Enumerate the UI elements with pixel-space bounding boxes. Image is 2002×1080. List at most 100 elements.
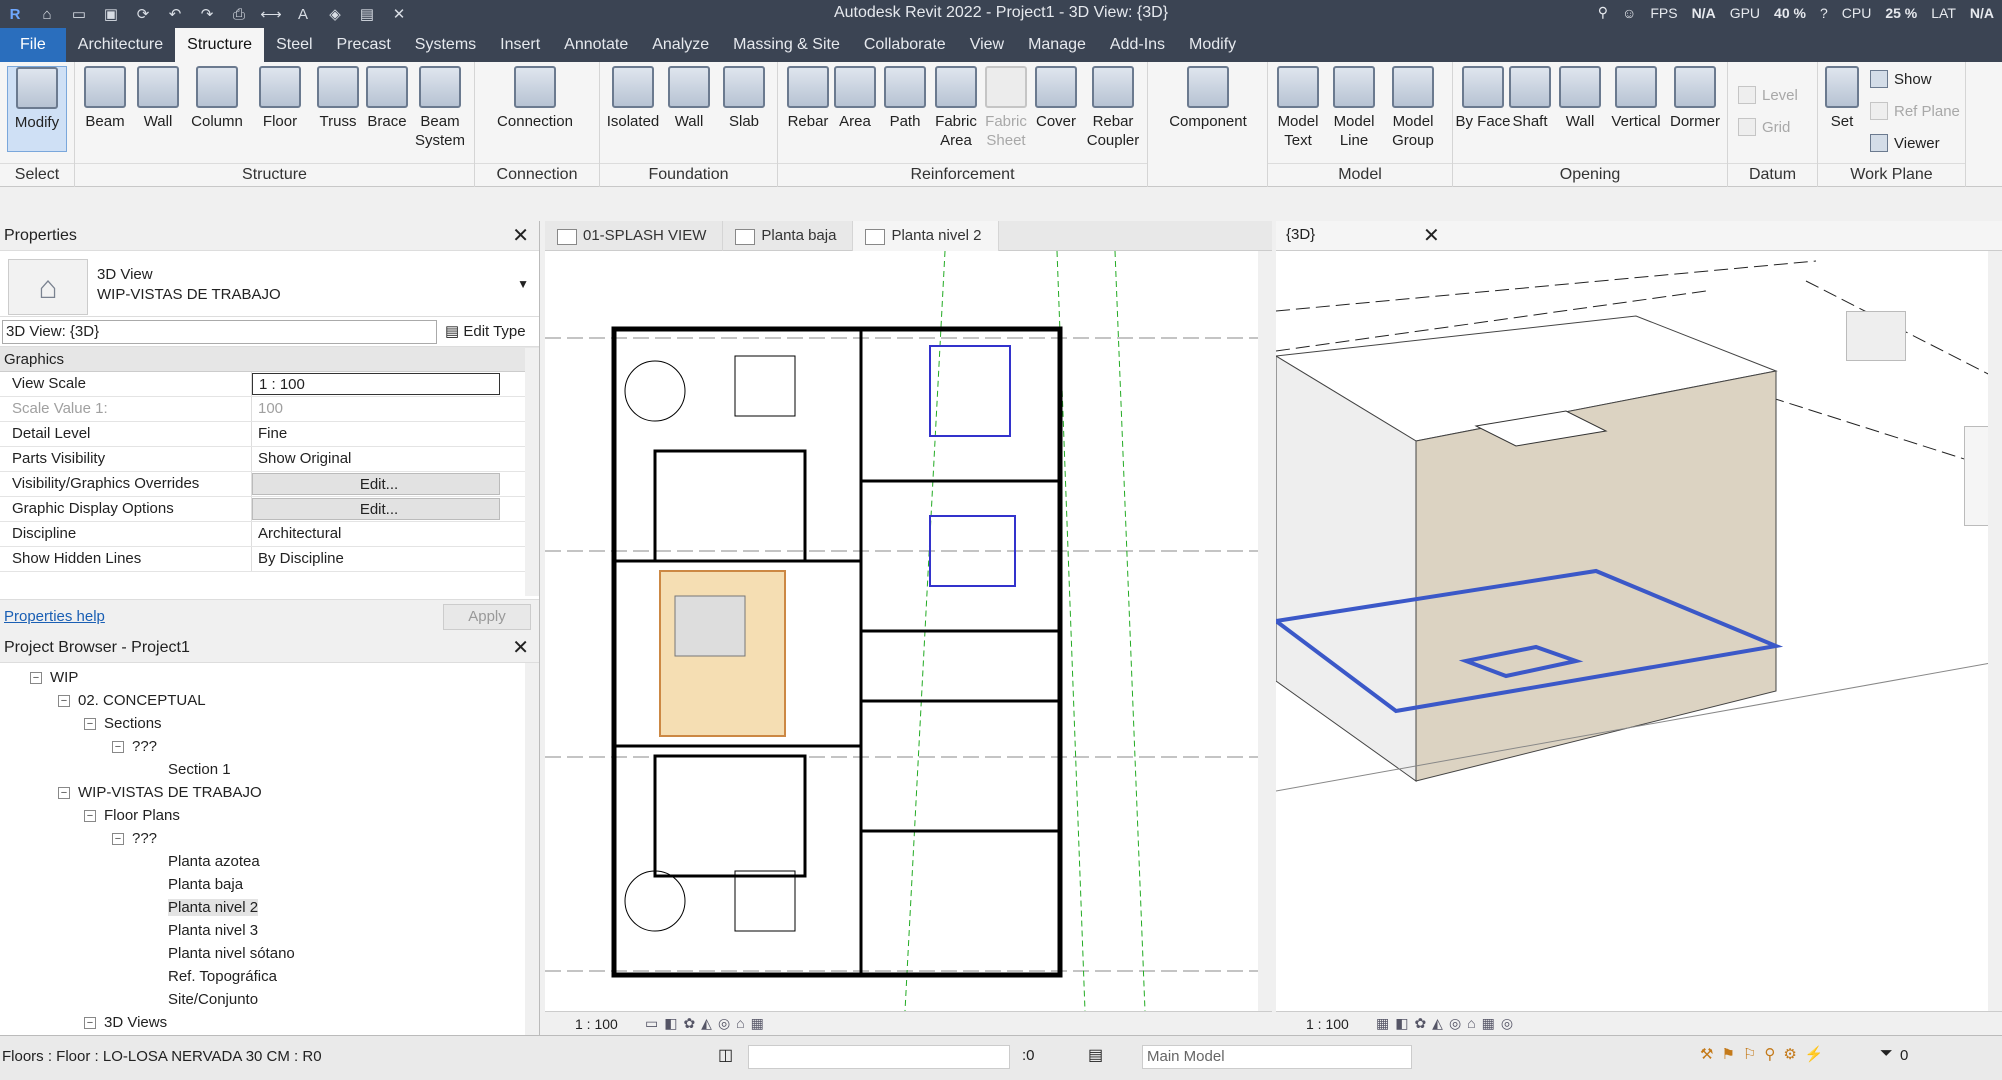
3d-view-canvas[interactable] (1276, 251, 2002, 1011)
brace-button[interactable]: Brace (357, 66, 417, 131)
model-group-button[interactable]: Model Group (1383, 66, 1443, 150)
prop-value[interactable]: By Discipline (252, 547, 500, 571)
view-tab-planta-baja[interactable]: Planta baja (723, 221, 854, 251)
close-icon[interactable]: ✕ (512, 221, 529, 251)
tab-manage[interactable]: Manage (1016, 28, 1098, 62)
help-icon[interactable]: ? (1820, 5, 1828, 21)
browser-node[interactable]: Section 1 (168, 761, 231, 778)
type-selector[interactable]: ⌂ 3D View WIP-VISTAS DE TRABAJO ▼ (0, 251, 539, 317)
browser-node[interactable]: Planta baja (168, 876, 243, 893)
collapse-toggle-icon[interactable]: − (58, 695, 70, 708)
browser-node[interactable]: − Sections (84, 715, 162, 732)
tab-insert[interactable]: Insert (488, 28, 552, 62)
filter-icon[interactable]: ⏷ (1880, 1045, 1893, 1063)
level-button[interactable]: Level (1738, 86, 1798, 104)
panel-title-select[interactable]: Select (0, 163, 74, 187)
browser-node[interactable]: −??? (112, 830, 157, 847)
browser-node[interactable]: − WIP (30, 669, 78, 686)
tab-view[interactable]: View (958, 28, 1016, 62)
plan-scrollbar[interactable] (1258, 251, 1272, 1011)
cover-button[interactable]: Cover (1026, 66, 1086, 131)
set-button[interactable]: Set (1818, 66, 1866, 131)
panel-title-reinforcement[interactable]: Reinforcement (778, 163, 1147, 187)
collapse-toggle-icon[interactable]: − (112, 833, 124, 846)
view-controls-icons[interactable]: ▦◧✿◭◎⌂▦◎ (1376, 1015, 1519, 1032)
beam-button[interactable]: Beam (75, 66, 135, 131)
prop-value[interactable]: Fine (252, 422, 500, 446)
column-button[interactable]: Column (187, 66, 247, 131)
floor-button[interactable]: Floor (250, 66, 310, 131)
tab-collaborate[interactable]: Collaborate (852, 28, 958, 62)
view-tab-splash[interactable]: 01-SPLASH VIEW (545, 221, 724, 251)
model-line-button[interactable]: Model Line (1324, 66, 1384, 150)
binoculars-icon[interactable]: ⚲ (1598, 4, 1608, 21)
view-controls-icons[interactable]: ▭◧✿◭◎⌂▦ (645, 1015, 770, 1032)
vertical-button[interactable]: Vertical (1606, 66, 1666, 131)
tab-steel[interactable]: Steel (264, 28, 324, 62)
workset-icon[interactable]: ◫ (718, 1045, 733, 1065)
tab-architecture[interactable]: Architecture (66, 28, 175, 62)
selection-toggle-icons[interactable]: ⚒⚑⚐⚲⚙⚡ (1700, 1045, 1831, 1063)
chevron-down-icon[interactable]: ▼ (517, 277, 529, 291)
tab-massing-site[interactable]: Massing & Site (721, 28, 852, 62)
connection-button[interactable]: Connection (485, 66, 585, 131)
panel-title-connection[interactable]: Connection (475, 163, 599, 187)
graphics-group-header[interactable]: Graphics (0, 347, 539, 372)
collapse-toggle-icon[interactable]: − (112, 741, 124, 754)
instance-dropdown[interactable]: 3D View: {3D} (2, 320, 437, 344)
apply-button[interactable]: Apply (443, 604, 531, 630)
browser-node[interactable]: −3D Views (84, 1014, 167, 1031)
browser-node[interactable]: Planta nivel sótano (168, 945, 295, 962)
tab-file[interactable]: File (0, 28, 66, 62)
prop-value[interactable]: Show Original (252, 447, 500, 471)
browser-node[interactable]: Planta azotea (168, 853, 260, 870)
properties-scrollbar[interactable] (525, 348, 539, 596)
design-options-icon[interactable]: ▤ (1088, 1045, 1103, 1065)
browser-node[interactable]: −??? (112, 738, 157, 755)
ref-plane-button[interactable]: Ref Plane (1870, 102, 1960, 120)
show-button[interactable]: Show (1870, 70, 1932, 88)
panel-title-structure[interactable]: Structure (75, 163, 474, 187)
tab-modify[interactable]: Modify (1177, 28, 1248, 62)
browser-node[interactable]: Planta nivel 3 (168, 922, 258, 939)
viewer-button[interactable]: Viewer (1870, 134, 1940, 152)
slab-button[interactable]: Slab (714, 66, 774, 131)
component-button[interactable]: Component (1158, 66, 1258, 131)
modify-button[interactable]: Modify (7, 66, 67, 152)
collapse-toggle-icon[interactable]: − (84, 718, 96, 731)
tab-systems[interactable]: Systems (403, 28, 488, 62)
browser-node[interactable]: − Floor Plans (84, 807, 180, 824)
view-tab-planta-nivel-2[interactable]: Planta nivel 2 (853, 221, 999, 251)
collapse-toggle-icon[interactable]: − (30, 672, 42, 685)
collapse-toggle-icon[interactable]: − (84, 810, 96, 823)
view-scale-input[interactable]: 1 : 100 (252, 373, 500, 395)
wall-opening-button[interactable]: Wall (1550, 66, 1610, 131)
wall-button[interactable]: Wall (128, 66, 188, 131)
tab-structure[interactable]: Structure (175, 28, 265, 62)
wall-foundation-button[interactable]: Wall (659, 66, 719, 131)
grid-button[interactable]: Grid (1738, 118, 1790, 136)
user-icon[interactable]: ☺ (1622, 5, 1636, 21)
view-scale-2d[interactable]: 1 : 100 (575, 1016, 618, 1032)
tab-annotate[interactable]: Annotate (552, 28, 640, 62)
dormer-button[interactable]: Dormer (1665, 66, 1725, 131)
vg-edit-button[interactable]: Edit... (252, 473, 500, 495)
floor-plan-canvas[interactable] (545, 251, 1272, 1011)
collapse-toggle-icon[interactable]: − (84, 1017, 96, 1030)
workset-dropdown[interactable] (748, 1045, 1010, 1069)
view-cube[interactable] (1846, 311, 1906, 361)
rebar-coupler-button[interactable]: Rebar Coupler (1083, 66, 1143, 150)
model-text-button[interactable]: Model Text (1268, 66, 1328, 150)
design-option-dropdown[interactable]: Main Model (1142, 1045, 1412, 1069)
edit-type-button[interactable]: ▤ Edit Type (445, 322, 526, 340)
tab-add-ins[interactable]: Add-Ins (1098, 28, 1177, 62)
properties-help-link[interactable]: Properties help (4, 608, 105, 625)
browser-node[interactable]: −02. CONCEPTUAL (58, 692, 206, 709)
view-scale-3d[interactable]: 1 : 100 (1306, 1016, 1349, 1032)
browser-node[interactable]: − WIP-VISTAS DE TRABAJO (58, 784, 262, 801)
prop-value[interactable]: Architectural (252, 522, 500, 546)
3d-scrollbar[interactable] (1988, 251, 2002, 1011)
collapse-toggle-icon[interactable]: − (58, 787, 70, 800)
browser-scrollbar[interactable] (525, 663, 539, 1035)
isolated-button[interactable]: Isolated (603, 66, 663, 131)
